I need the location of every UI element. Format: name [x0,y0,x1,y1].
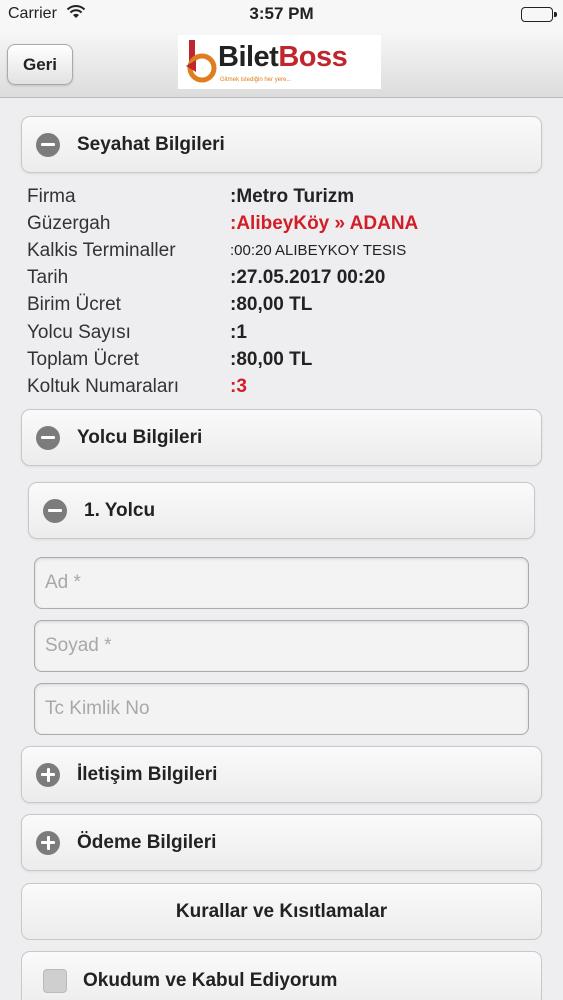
agree-checkbox[interactable] [43,969,67,993]
status-bar: Carrier 3:57 PM [0,0,563,30]
agree-label: Okudum ve Kabul Ediyorum [83,970,338,991]
rules-button[interactable]: Kurallar ve Kısıtlamalar [21,883,542,940]
section-trip-info[interactable]: Seyahat Bilgileri [21,116,542,173]
info-row-route: Güzergah :AlibeyKöy » ADANA [27,212,419,234]
clock: 3:57 PM [249,4,314,23]
plus-circle-icon [36,762,60,787]
info-row-terminal: Kalkis Terminaller :00:20 ALIBEYKOY TESI… [27,239,407,261]
minus-circle-icon [36,132,60,157]
first-name-input[interactable] [34,557,529,609]
section-title: İletişim Bilgileri [77,763,218,785]
agree-checkbox-row[interactable]: Okudum ve Kabul Ediyorum [21,951,542,1000]
section-passenger-info[interactable]: Yolcu Bilgileri [21,409,542,466]
plus-circle-icon [36,830,60,855]
section-title: Ödeme Bilgileri [77,831,217,853]
biletboss-logo: BiletBoss Gitmek istediğin her yere... [178,35,381,89]
minus-circle-icon [36,425,60,450]
nav-header: Geri BiletBoss Gitmek istediğin her yere… [0,30,563,98]
section-title: Yolcu Bilgileri [77,426,203,448]
minus-circle-icon [43,498,67,523]
back-button[interactable]: Geri [7,44,73,85]
info-row-total-price: Toplam Ücret :80,00 TL [27,348,313,370]
info-row-firma: Firma :Metro Turizm [27,185,355,207]
info-row-seats: Koltuk Numaraları :3 [27,375,247,397]
info-row-passenger-count: Yolcu Sayısı :1 [27,321,247,343]
section-passenger-1[interactable]: 1. Yolcu [28,482,535,539]
trip-info-list: Firma :Metro Turizm Güzergah :AlibeyKöy … [27,183,537,401]
tc-id-input[interactable] [34,683,529,735]
section-payment-info[interactable]: Ödeme Bilgileri [21,814,542,871]
battery-icon [521,7,557,22]
info-row-date: Tarih :27.05.2017 00:20 [27,267,386,289]
section-title: 1. Yolcu [84,499,156,521]
info-row-unit-price: Birim Ücret :80,00 TL [27,294,313,316]
last-name-input[interactable] [34,620,529,672]
section-contact-info[interactable]: İletişim Bilgileri [21,746,542,803]
section-title: Seyahat Bilgileri [77,133,225,155]
logo-mark-icon [186,40,217,83]
